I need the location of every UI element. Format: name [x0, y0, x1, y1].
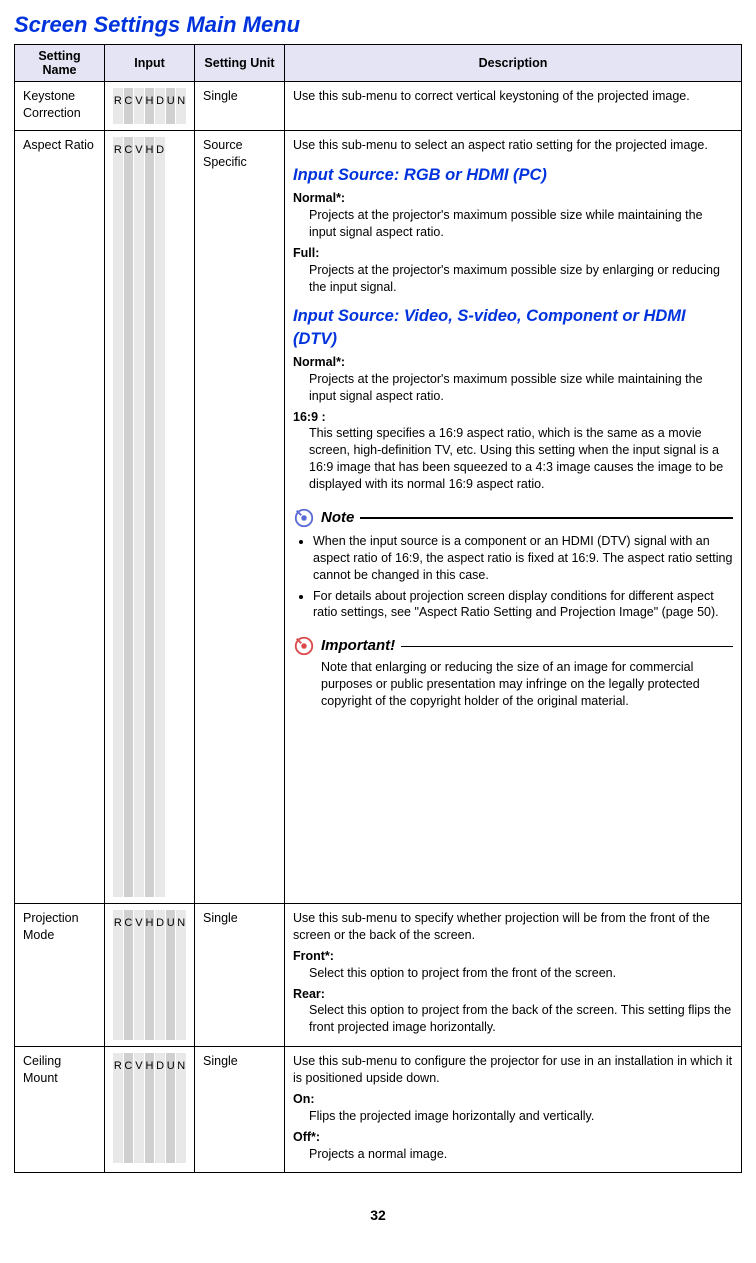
input-chip: N — [176, 1053, 186, 1163]
note-title: Note — [321, 508, 354, 528]
option-label: Rear: — [293, 986, 733, 1003]
table-row: Projection Mode R C V H D U N Single Use… — [15, 904, 742, 1047]
option-label: Full: — [293, 245, 733, 262]
setting-input: R C V H D U N — [105, 904, 195, 1047]
col-header-name: Setting Name — [15, 45, 105, 82]
input-chip: C — [124, 88, 135, 124]
option-label: Normal*: — [293, 354, 733, 371]
input-chip: R — [113, 1053, 124, 1163]
description-intro: Use this sub-menu to select an aspect ra… — [293, 137, 733, 154]
option-body: Projects at the projector's maximum poss… — [309, 371, 733, 405]
table-row: Keystone Correction R C V H D U N Single… — [15, 82, 742, 131]
input-chip: D — [155, 1053, 166, 1163]
option-label: On: — [293, 1091, 733, 1108]
setting-input: R C V H D U N — [105, 82, 195, 131]
note-rule — [360, 517, 733, 519]
input-chip: U — [166, 1053, 177, 1163]
page-title: Screen Settings Main Menu — [14, 12, 742, 38]
input-chip — [176, 137, 186, 897]
option-body: This setting specifies a 16:9 aspect rat… — [309, 425, 733, 493]
input-chip: H — [145, 137, 156, 897]
option-body: Select this option to project from the b… — [309, 1002, 733, 1036]
settings-table: Setting Name Input Setting Unit Descript… — [14, 44, 742, 1173]
option-body: Flips the projected image horizontally a… — [309, 1108, 733, 1125]
note-bullet: For details about projection screen disp… — [313, 588, 733, 622]
setting-input: R C V H D U N — [105, 1047, 195, 1173]
input-chip: C — [124, 137, 135, 897]
input-chip: U — [166, 88, 177, 124]
input-chip: U — [166, 910, 177, 1040]
input-chip: V — [134, 910, 145, 1040]
option-label: Normal*: — [293, 190, 733, 207]
option-label: Off*: — [293, 1129, 733, 1146]
input-chip: R — [113, 137, 124, 897]
setting-unit: Source Specific — [195, 131, 285, 904]
input-chip: C — [124, 1053, 135, 1163]
input-chip: R — [113, 910, 124, 1040]
input-chip: R — [113, 88, 124, 124]
page-number: 32 — [14, 1207, 742, 1223]
option-label: 16:9 : — [293, 409, 733, 426]
input-chip: D — [155, 910, 166, 1040]
input-chip: C — [124, 910, 135, 1040]
option-body: Select this option to project from the f… — [309, 965, 733, 982]
important-rule — [401, 646, 733, 648]
input-chip: N — [176, 910, 186, 1040]
note-callout: Note When the input source is a componen… — [293, 507, 733, 621]
description-intro: Use this sub-menu to specify whether pro… — [293, 910, 733, 944]
setting-unit: Single — [195, 1047, 285, 1173]
option-body: Projects at the projector's maximum poss… — [309, 262, 733, 296]
input-chip: H — [145, 910, 156, 1040]
setting-name: Ceiling Mount — [15, 1047, 105, 1173]
setting-description: Use this sub-menu to correct vertical ke… — [285, 82, 742, 131]
input-chip — [166, 137, 177, 897]
setting-name: Aspect Ratio — [15, 131, 105, 904]
col-header-desc: Description — [285, 45, 742, 82]
source-heading-video: Input Source: Video, S-video, Component … — [293, 305, 733, 350]
important-icon — [293, 635, 315, 657]
input-chip: V — [134, 137, 145, 897]
important-body: Note that enlarging or reducing the size… — [321, 659, 733, 710]
table-row: Aspect Ratio R C V H D Source Specific U… — [15, 131, 742, 904]
option-body: Projects at the projector's maximum poss… — [309, 207, 733, 241]
col-header-input: Input — [105, 45, 195, 82]
note-icon — [293, 507, 315, 529]
setting-input: R C V H D — [105, 131, 195, 904]
important-callout: Important! Note that enlarging or reduci… — [293, 635, 733, 710]
setting-description: Use this sub-menu to configure the proje… — [285, 1047, 742, 1173]
input-chip: D — [155, 88, 166, 124]
setting-description: Use this sub-menu to specify whether pro… — [285, 904, 742, 1047]
setting-unit: Single — [195, 82, 285, 131]
input-chip: H — [145, 88, 156, 124]
setting-description: Use this sub-menu to select an aspect ra… — [285, 131, 742, 904]
setting-unit: Single — [195, 904, 285, 1047]
table-row: Ceiling Mount R C V H D U N Single Use t… — [15, 1047, 742, 1173]
note-bullet: When the input source is a component or … — [313, 533, 733, 584]
input-chip: V — [134, 1053, 145, 1163]
input-chip: N — [176, 88, 186, 124]
important-title: Important! — [321, 636, 395, 656]
option-label: Front*: — [293, 948, 733, 965]
input-chip: D — [155, 137, 166, 897]
setting-name: Projection Mode — [15, 904, 105, 1047]
input-chip: H — [145, 1053, 156, 1163]
input-chip: V — [134, 88, 145, 124]
description-intro: Use this sub-menu to configure the proje… — [293, 1053, 733, 1087]
option-body: Projects a normal image. — [309, 1146, 733, 1163]
col-header-unit: Setting Unit — [195, 45, 285, 82]
source-heading-rgb: Input Source: RGB or HDMI (PC) — [293, 164, 733, 186]
setting-name: Keystone Correction — [15, 82, 105, 131]
